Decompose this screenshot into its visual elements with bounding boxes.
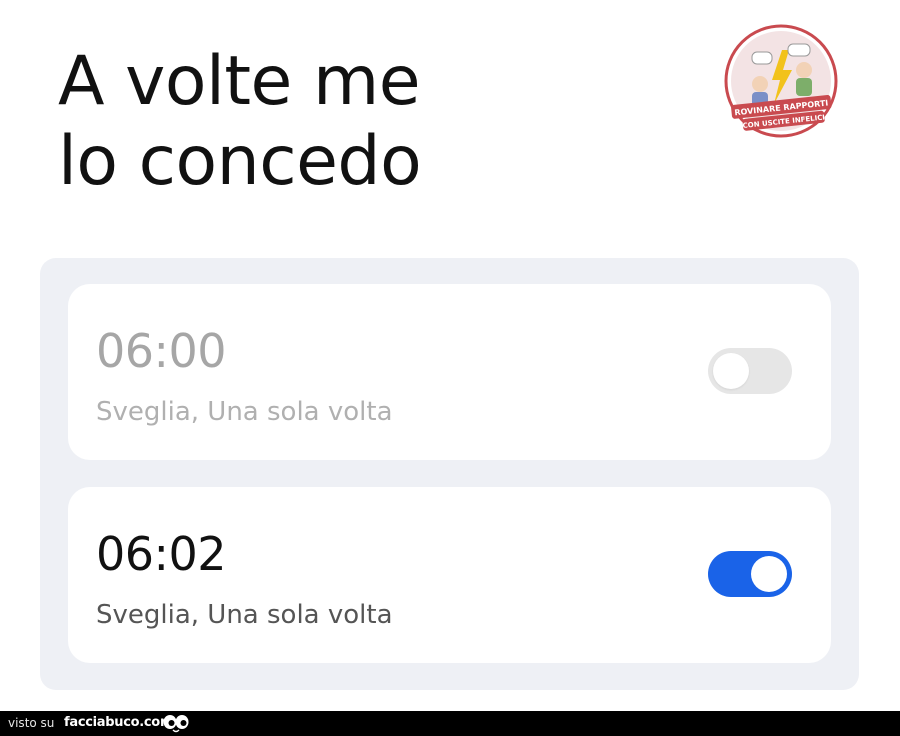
toggle-knob (751, 556, 787, 592)
alarm-label: Sveglia, Una sola volta (96, 600, 393, 630)
caption-line-2: lo concedo (58, 122, 422, 201)
eyes-icon (163, 715, 189, 733)
meme-caption: A volte me lo concedo (58, 42, 578, 202)
footer-site-link[interactable]: facciabuco.com (64, 714, 174, 732)
alarm-card-0600[interactable]: 06:00 Sveglia, Una sola volta (68, 284, 831, 460)
alarm-time: 06:00 (96, 324, 227, 378)
alarm-card-0602[interactable]: 06:02 Sveglia, Una sola volta (68, 487, 831, 663)
source-footer-bar: visto su facciabuco.com (0, 711, 900, 736)
alarm-toggle-switch[interactable] (708, 551, 792, 597)
toggle-knob (713, 353, 749, 389)
logo-badge-icon: ROVINARE RAPPORTI CON USCITE INFELICI (724, 24, 838, 138)
alarm-time: 06:02 (96, 527, 227, 581)
screenshot: A volte me lo concedo ROVINARE RAPPORTI … (0, 0, 900, 736)
alarm-toggle-switch[interactable] (708, 348, 792, 394)
watermark-logo: ROVINARE RAPPORTI CON USCITE INFELICI (722, 22, 840, 140)
footer-visto-su: visto su (8, 716, 55, 730)
caption-line-1: A volte me (58, 42, 421, 121)
alarm-label: Sveglia, Una sola volta (96, 397, 393, 427)
